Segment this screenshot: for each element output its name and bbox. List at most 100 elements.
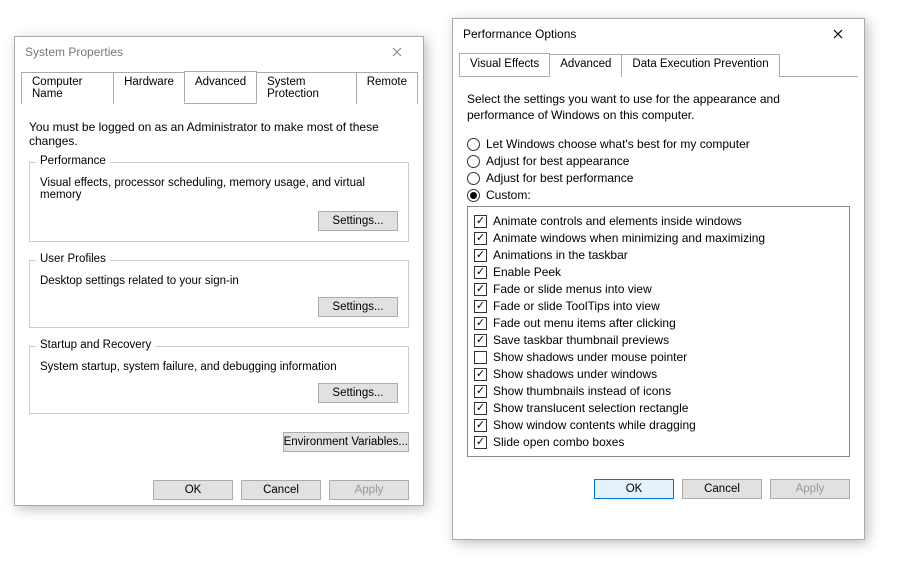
user-profiles-group-desc: Desktop settings related to your sign-in (40, 275, 398, 287)
tab-advanced[interactable]: Advanced (184, 71, 257, 103)
system-properties-window: System Properties Computer NameHardwareA… (14, 36, 424, 506)
cancel-button[interactable]: Cancel (682, 479, 762, 499)
close-icon (392, 47, 402, 57)
tab-remote[interactable]: Remote (356, 72, 418, 104)
radio-label: Custom: (486, 188, 531, 202)
tab-advanced[interactable]: Advanced (549, 54, 622, 77)
checkbox-label: Animate controls and elements inside win… (493, 214, 742, 228)
visual-effects-check-option[interactable]: Show thumbnails instead of icons (474, 384, 843, 398)
tab-visual-effects[interactable]: Visual Effects (459, 53, 550, 76)
performance-group: Performance Visual effects, processor sc… (29, 162, 409, 242)
radio-icon (467, 138, 480, 151)
visual-effects-check-option[interactable]: Animate windows when minimizing and maxi… (474, 231, 843, 245)
visual-effects-check-option[interactable]: Show shadows under mouse pointer (474, 350, 843, 364)
checkbox-label: Fade out menu items after clicking (493, 316, 676, 330)
performance-settings-button[interactable]: Settings... (318, 211, 398, 231)
visual-effects-check-option[interactable]: Slide open combo boxes (474, 435, 843, 449)
ok-button[interactable]: OK (594, 479, 674, 499)
user-profiles-group-label: User Profiles (36, 253, 110, 265)
radio-label: Adjust for best performance (486, 171, 633, 185)
checkbox-icon (474, 249, 487, 262)
visual-effects-check-option[interactable]: Enable Peek (474, 265, 843, 279)
visual-effects-description: Select the settings you want to use for … (467, 91, 850, 123)
checkbox-label: Animations in the taskbar (493, 248, 628, 262)
checkbox-icon (474, 368, 487, 381)
checkbox-label: Show shadows under windows (493, 367, 657, 381)
checkbox-icon (474, 317, 487, 330)
checkbox-label: Show shadows under mouse pointer (493, 350, 687, 364)
visual-effects-check-option[interactable]: Show translucent selection rectangle (474, 401, 843, 415)
close-icon (833, 29, 843, 39)
close-button[interactable] (377, 38, 417, 66)
performance-options-tabs: Visual EffectsAdvancedData Execution Pre… (459, 53, 858, 77)
ok-button[interactable]: OK (153, 480, 233, 500)
performance-options-title: Performance Options (463, 27, 818, 41)
system-properties-title: System Properties (25, 45, 377, 59)
visual-effects-radio-option[interactable]: Custom: (467, 188, 850, 202)
visual-effects-check-option[interactable]: Fade or slide ToolTips into view (474, 299, 843, 313)
performance-options-window: Performance Options Visual EffectsAdvanc… (452, 18, 865, 540)
visual-effects-check-option[interactable]: Show shadows under windows (474, 367, 843, 381)
system-properties-tabs: Computer NameHardwareAdvancedSystem Prot… (21, 71, 417, 104)
performance-options-dialog-buttons: OK Cancel Apply (453, 467, 864, 513)
visual-effects-checklist: Animate controls and elements inside win… (467, 206, 850, 457)
visual-effects-radio-option[interactable]: Let Windows choose what's best for my co… (467, 137, 850, 151)
tab-computer-name[interactable]: Computer Name (21, 72, 114, 104)
visual-effects-check-option[interactable]: Animations in the taskbar (474, 248, 843, 262)
checkbox-icon (474, 419, 487, 432)
checkbox-label: Enable Peek (493, 265, 561, 279)
radio-label: Let Windows choose what's best for my co… (486, 137, 750, 151)
system-properties-dialog-buttons: OK Cancel Apply (15, 468, 423, 514)
checkbox-label: Show translucent selection rectangle (493, 401, 688, 415)
cancel-button[interactable]: Cancel (241, 480, 321, 500)
visual-effects-check-option[interactable]: Fade or slide menus into view (474, 282, 843, 296)
performance-options-titlebar: Performance Options (453, 19, 864, 49)
startup-recovery-group-desc: System startup, system failure, and debu… (40, 361, 398, 373)
visual-effects-radio-option[interactable]: Adjust for best appearance (467, 154, 850, 168)
user-profiles-group: User Profiles Desktop settings related t… (29, 260, 409, 328)
checkbox-icon (474, 334, 487, 347)
checkbox-label: Slide open combo boxes (493, 435, 624, 449)
checkbox-label: Show thumbnails instead of icons (493, 384, 671, 398)
visual-effects-radio-group: Let Windows choose what's best for my co… (467, 137, 850, 202)
radio-icon (467, 155, 480, 168)
visual-effects-check-option[interactable]: Fade out menu items after clicking (474, 316, 843, 330)
checkbox-icon (474, 436, 487, 449)
checkbox-icon (474, 283, 487, 296)
tab-data-execution-prevention[interactable]: Data Execution Prevention (621, 54, 779, 77)
system-properties-titlebar: System Properties (15, 37, 423, 67)
tab-system-protection[interactable]: System Protection (256, 72, 357, 104)
performance-group-desc: Visual effects, processor scheduling, me… (40, 177, 398, 201)
checkbox-icon (474, 385, 487, 398)
checkbox-icon (474, 266, 487, 279)
checkbox-label: Fade or slide ToolTips into view (493, 299, 660, 313)
checkbox-icon (474, 215, 487, 228)
checkbox-label: Animate windows when minimizing and maxi… (493, 231, 765, 245)
apply-button[interactable]: Apply (770, 479, 850, 499)
environment-variables-button[interactable]: Environment Variables... (283, 432, 409, 452)
radio-icon (467, 172, 480, 185)
checkbox-label: Fade or slide menus into view (493, 282, 652, 296)
visual-effects-check-option[interactable]: Animate controls and elements inside win… (474, 214, 843, 228)
checkbox-icon (474, 232, 487, 245)
tab-hardware[interactable]: Hardware (113, 72, 185, 104)
admin-instruction: You must be logged on as an Administrato… (29, 120, 409, 148)
startup-recovery-group: Startup and Recovery System startup, sys… (29, 346, 409, 414)
close-button[interactable] (818, 20, 858, 48)
checkbox-icon (474, 351, 487, 364)
visual-effects-radio-option[interactable]: Adjust for best performance (467, 171, 850, 185)
checkbox-icon (474, 300, 487, 313)
startup-recovery-group-label: Startup and Recovery (36, 339, 155, 351)
visual-effects-check-option[interactable]: Show window contents while dragging (474, 418, 843, 432)
performance-group-label: Performance (36, 155, 110, 167)
radio-icon (467, 189, 480, 202)
checkbox-icon (474, 402, 487, 415)
radio-label: Adjust for best appearance (486, 154, 629, 168)
system-properties-content: You must be logged on as an Administrato… (15, 104, 423, 468)
visual-effects-check-option[interactable]: Save taskbar thumbnail previews (474, 333, 843, 347)
checkbox-label: Save taskbar thumbnail previews (493, 333, 669, 347)
apply-button[interactable]: Apply (329, 480, 409, 500)
user-profiles-settings-button[interactable]: Settings... (318, 297, 398, 317)
startup-recovery-settings-button[interactable]: Settings... (318, 383, 398, 403)
visual-effects-tab-content: Select the settings you want to use for … (453, 77, 864, 467)
